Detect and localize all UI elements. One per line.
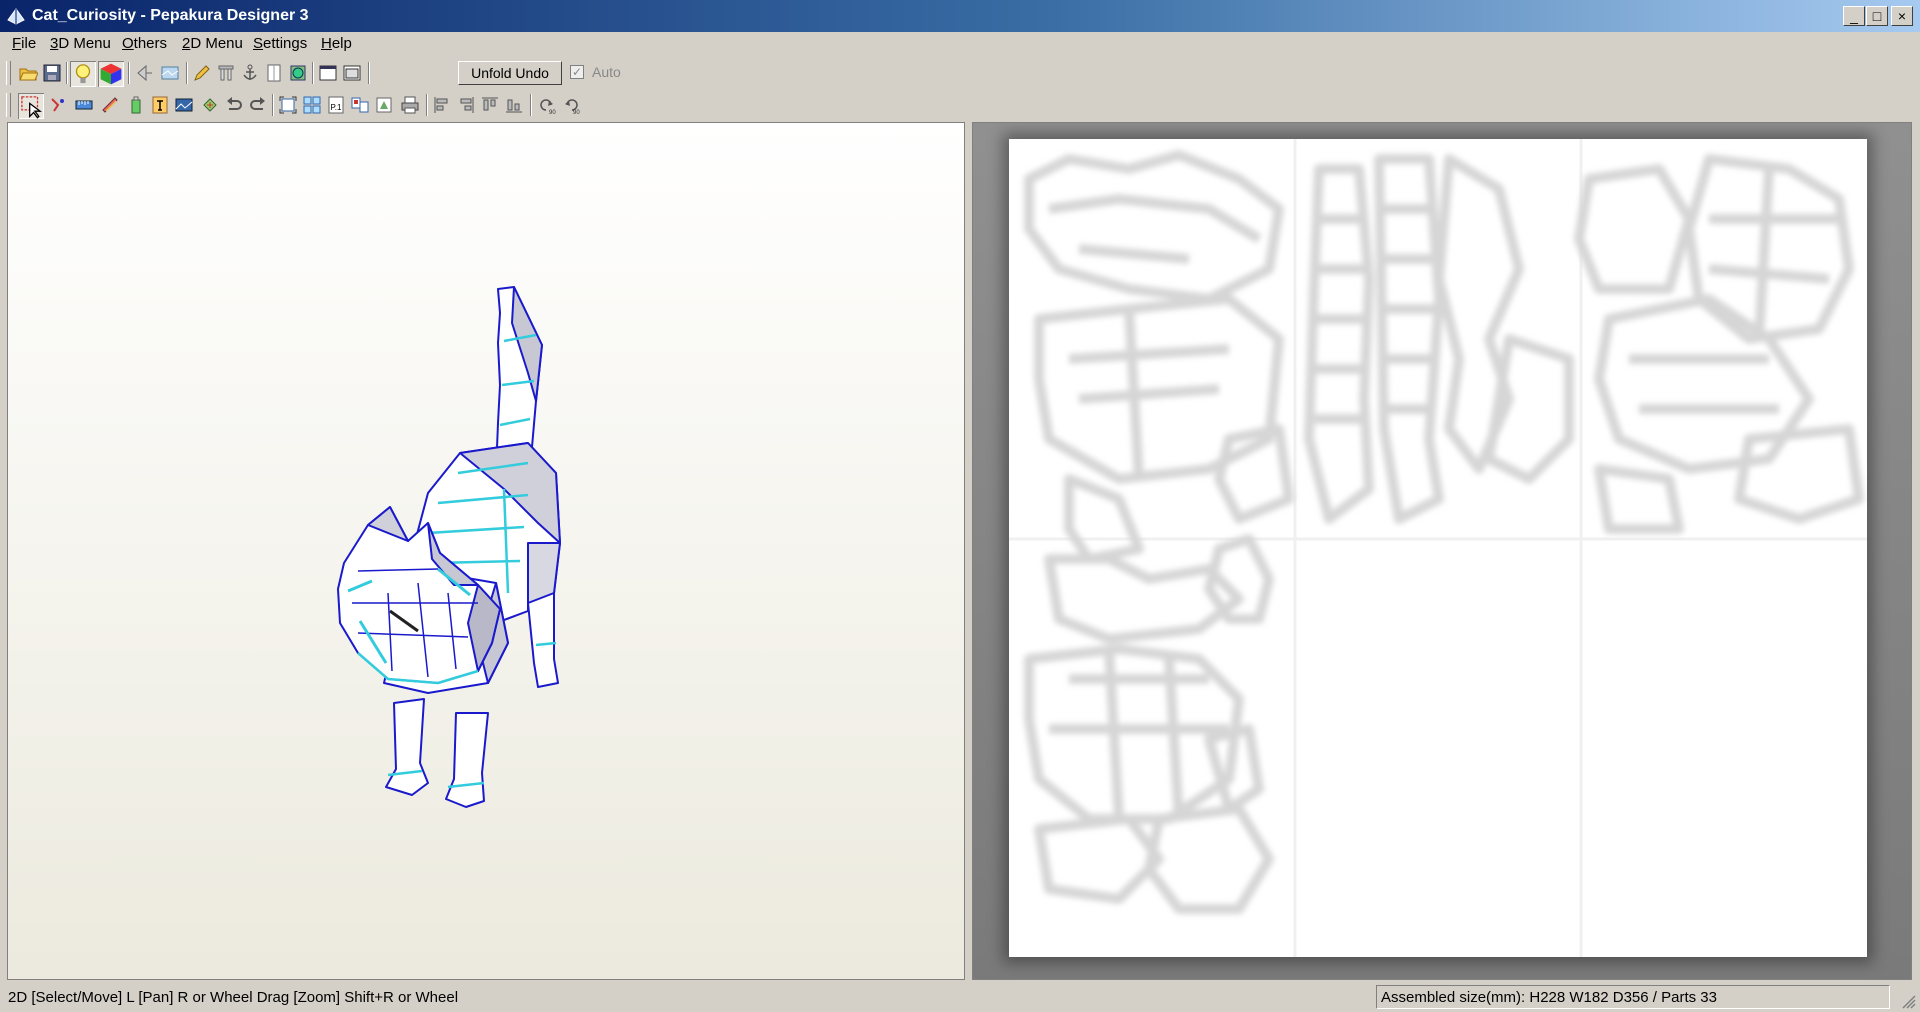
page-number-icon[interactable]: P.1 — [326, 95, 346, 115]
text-icon[interactable] — [150, 95, 170, 115]
arrange-icon[interactable] — [302, 95, 322, 115]
redo-icon[interactable] — [248, 95, 268, 115]
status-info-panel: Assembled size(mm): H228 W182 D356 / Par… — [1376, 985, 1890, 1009]
menu-3d[interactable]: 3D Menu — [50, 35, 111, 52]
window-single-icon[interactable] — [318, 63, 338, 83]
menu-2d[interactable]: 2D Menu — [182, 35, 243, 52]
menu-3d-label: D Menu — [58, 35, 111, 52]
open-icon[interactable] — [18, 63, 38, 83]
toolbar-grip[interactable] — [6, 93, 11, 117]
export-icon[interactable] — [374, 95, 394, 115]
menu-help-accel: H — [321, 35, 332, 52]
3d-view[interactable] — [7, 122, 965, 980]
menu-2d-label: D Menu — [190, 35, 243, 52]
unfold-undo-button[interactable]: Unfold Undo — [458, 61, 562, 85]
toolbar-separator — [368, 62, 370, 84]
resize-grip-icon[interactable] — [1900, 993, 1916, 1009]
join-edge-icon[interactable] — [48, 95, 68, 115]
image-icon[interactable] — [174, 95, 194, 115]
main-toolbar: Unfold Undo ✓ Auto — [6, 58, 656, 88]
globe-icon[interactable] — [288, 63, 308, 83]
menu-bar: File 3D Menu Others 2D Menu Settings Hel… — [0, 32, 1920, 56]
toolbar-separator — [128, 62, 130, 84]
select-icon[interactable] — [18, 93, 44, 119]
toolbar-separator — [272, 94, 274, 116]
status-bar: 2D [Select/Move] L [Pan] R or Wheel Drag… — [0, 982, 1920, 1012]
close-button[interactable]: × — [1891, 6, 1913, 26]
print-icon[interactable] — [400, 95, 420, 115]
toolbar-separator — [312, 62, 314, 84]
menu-others-label: thers — [133, 35, 168, 52]
menu-file[interactable]: File — [12, 35, 36, 52]
menu-settings-accel: S — [253, 35, 264, 52]
column-icon[interactable] — [216, 63, 236, 83]
edit-toolbar: P.1 90 90 — [6, 90, 758, 120]
pencil-icon[interactable] — [192, 63, 212, 83]
lightbulb-icon[interactable] — [70, 61, 96, 87]
print-preview-icon[interactable] — [350, 95, 370, 115]
rotate-right-label: 90 — [573, 110, 580, 115]
anchor-icon[interactable] — [240, 63, 260, 83]
texture-icon[interactable] — [160, 63, 180, 83]
assembled-size-text: Assembled size(mm): H228 W182 D356 / Par… — [1381, 989, 1717, 1006]
menu-settings[interactable]: Settings — [253, 35, 307, 52]
auto-label: Auto — [592, 64, 621, 80]
title-bar[interactable]: Cat_Curiosity - Pepakura Designer 3 _ □ … — [0, 0, 1920, 32]
menu-settings-label: ettings — [263, 35, 308, 52]
rotate-left-icon[interactable]: 90 — [536, 95, 556, 115]
menu-file-label: ile — [21, 35, 37, 52]
auto-checkbox[interactable]: ✓ — [570, 65, 584, 79]
menu-others-accel: O — [122, 35, 134, 52]
fit-icon[interactable] — [278, 95, 298, 115]
move-parts-icon[interactable] — [200, 95, 220, 115]
align-left-icon[interactable] — [432, 95, 452, 115]
2d-view[interactable] — [972, 122, 1912, 980]
minimize-button[interactable]: _ — [1843, 6, 1865, 26]
view-splitter[interactable] — [965, 120, 972, 982]
undo-icon[interactable] — [224, 95, 244, 115]
save-icon[interactable] — [42, 63, 62, 83]
page-icon[interactable] — [264, 63, 284, 83]
menu-help-label: elp — [331, 35, 352, 52]
window-dual-icon[interactable] — [342, 63, 362, 83]
maximize-button[interactable]: □ — [1866, 6, 1888, 26]
status-hint: 2D [Select/Move] L [Pan] R or Wheel Drag… — [8, 989, 459, 1006]
cat-3d-model[interactable] — [8, 123, 965, 980]
align-bottom-icon[interactable] — [504, 95, 524, 115]
app-icon — [7, 8, 25, 25]
window-title: Cat_Curiosity - Pepakura Designer 3 — [32, 7, 309, 24]
color-cube-icon[interactable] — [98, 61, 124, 87]
toolbar-separator — [186, 62, 188, 84]
align-top-icon[interactable] — [480, 95, 500, 115]
unfolded-parts[interactable] — [1009, 139, 1867, 957]
toolbar-separator — [530, 94, 532, 116]
toolbar-separator — [426, 94, 428, 116]
ruler-icon[interactable] — [74, 95, 94, 115]
edit-icon[interactable] — [100, 95, 120, 115]
rotate-left-label: 90 — [549, 110, 556, 115]
toolbar-separator — [66, 62, 68, 84]
toolbar-grip[interactable] — [6, 61, 11, 85]
flip-icon[interactable] — [134, 63, 154, 83]
menu-file-accel: F — [12, 35, 22, 52]
glue-icon[interactable] — [126, 95, 146, 115]
align-right-icon[interactable] — [456, 95, 476, 115]
rotate-right-icon[interactable]: 90 — [562, 95, 582, 115]
page-number-label: P.1 — [331, 103, 343, 112]
paper-sheet[interactable] — [1009, 139, 1867, 957]
menu-others[interactable]: Others — [122, 35, 167, 52]
menu-help[interactable]: Help — [321, 35, 352, 52]
